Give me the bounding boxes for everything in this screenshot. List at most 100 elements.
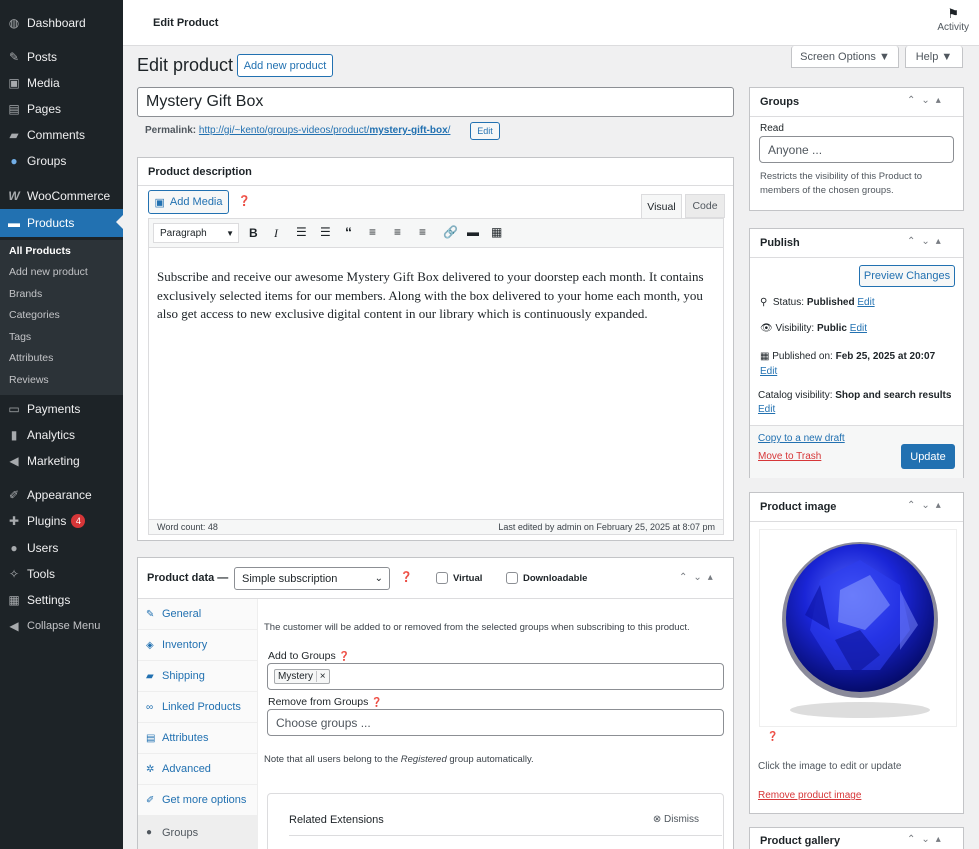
- activity-button[interactable]: ⚑ Activity: [937, 6, 969, 33]
- tab-attributes[interactable]: ▤ Attributes: [138, 723, 257, 754]
- align-right-icon[interactable]: ≡: [419, 225, 426, 239]
- help-icon: ❓: [371, 697, 383, 707]
- menu-dashboard[interactable]: ◍ Dashboard: [0, 10, 123, 36]
- publish-actions: Copy to a new draft Move to Trash Update: [750, 425, 963, 478]
- help-icon[interactable]: ❓: [767, 731, 778, 742]
- tab-shipping[interactable]: ▰ Shipping: [138, 661, 257, 692]
- submenu-reviews[interactable]: Reviews: [9, 374, 49, 386]
- add-media-button[interactable]: ▣ Add Media: [148, 190, 229, 214]
- preview-changes-button[interactable]: Preview Changes: [859, 265, 955, 287]
- catalog-visibility-row: Catalog visibility: Shop and search resu…: [758, 390, 952, 415]
- menu-tools[interactable]: ✧ Tools: [0, 561, 123, 587]
- menu-products[interactable]: ▬ Products: [0, 209, 123, 237]
- tab-advanced[interactable]: ✲ Advanced: [138, 754, 257, 785]
- submenu-tags[interactable]: Tags: [9, 331, 31, 343]
- menu-plugins[interactable]: ✚ Plugins 4: [0, 508, 123, 534]
- settings-icon: ▦: [8, 593, 20, 607]
- blockquote-icon[interactable]: “: [345, 224, 352, 240]
- add-to-groups-field[interactable]: Mystery ×: [267, 663, 724, 690]
- menu-groups[interactable]: ● Groups: [0, 148, 123, 174]
- status-row: ⚲ Status: Published Edit: [760, 297, 875, 308]
- virtual-checkbox[interactable]: [436, 572, 448, 584]
- copy-to-draft-link[interactable]: Copy to a new draft: [758, 433, 845, 444]
- submenu-all-products[interactable]: All Products: [9, 245, 71, 257]
- editor-content[interactable]: Subscribe and receive our awesome Myster…: [148, 248, 724, 520]
- wrench-icon: ✧: [8, 567, 20, 581]
- submenu-add-product[interactable]: Add new product: [9, 266, 88, 278]
- tab-general[interactable]: ✎ General: [138, 599, 257, 630]
- permalink-url[interactable]: http://gi/~kento/groups-videos/product/m…: [199, 125, 451, 136]
- menu-payments[interactable]: ▭ Payments: [0, 396, 123, 422]
- box-controls[interactable]: ⌃⌄▴: [907, 500, 947, 511]
- align-center-icon[interactable]: ≡: [394, 225, 401, 239]
- toolbar-toggle-icon[interactable]: ▦: [491, 225, 502, 239]
- read-more-icon[interactable]: ▬: [467, 225, 479, 239]
- image-hint: Click the image to edit or update: [758, 761, 902, 772]
- published-on-row: ▦ Published on: Feb 25, 2025 at 20:07 Edi…: [760, 351, 936, 377]
- wrench-icon: ✎: [146, 608, 155, 620]
- move-to-trash-link[interactable]: Move to Trash: [758, 451, 821, 462]
- help-button[interactable]: Help ▼: [905, 46, 963, 68]
- menu-woocommerce[interactable]: W WooCommerce: [0, 183, 123, 209]
- pin-icon: ✎: [8, 50, 20, 64]
- menu-users[interactable]: ● Users: [0, 535, 123, 561]
- bullet-list-icon[interactable]: ☰: [296, 225, 307, 239]
- tab-inventory[interactable]: ◈ Inventory: [138, 630, 257, 661]
- submenu-brands[interactable]: Brands: [9, 288, 42, 300]
- tab-code[interactable]: Code: [685, 194, 725, 218]
- menu-posts[interactable]: ✎ Posts: [0, 44, 123, 70]
- screen-options-button[interactable]: Screen Options ▼: [791, 46, 899, 68]
- help-icon[interactable]: ❓: [238, 196, 250, 207]
- plug-icon: ✐: [146, 794, 155, 806]
- tab-groups[interactable]: ● Groups: [138, 816, 257, 849]
- downloadable-checkbox[interactable]: [506, 572, 518, 584]
- tab-get-more-options[interactable]: ✐ Get more options: [138, 785, 257, 816]
- format-select[interactable]: Paragraph ▼: [153, 223, 239, 243]
- update-button[interactable]: Update: [901, 444, 955, 469]
- link-icon[interactable]: 🔗: [443, 225, 458, 239]
- edit-visibility-link[interactable]: Edit: [850, 323, 867, 334]
- box-controls[interactable]: ⌃⌄▴: [679, 572, 719, 583]
- menu-comments[interactable]: ▰ Comments: [0, 122, 123, 148]
- box-controls[interactable]: ⌃⌄▴: [907, 834, 947, 845]
- edit-catalog-link[interactable]: Edit: [758, 404, 775, 415]
- menu-marketing[interactable]: ◀ Marketing: [0, 448, 123, 474]
- submenu-attributes[interactable]: Attributes: [9, 352, 53, 364]
- read-groups-field[interactable]: Anyone ...: [759, 136, 954, 163]
- product-image[interactable]: [759, 529, 957, 727]
- product-title-input[interactable]: Mystery Gift Box: [137, 87, 734, 117]
- numbered-list-icon[interactable]: ☰: [320, 225, 331, 239]
- remove-from-groups-field[interactable]: Choose groups ...: [267, 709, 724, 736]
- bold-icon[interactable]: B: [249, 226, 258, 240]
- remove-image-link[interactable]: Remove product image: [758, 790, 861, 801]
- menu-media[interactable]: ▣ Media: [0, 70, 123, 96]
- product-data-box: Product data — Simple subscription ⌄ ❓ Vi…: [137, 557, 734, 849]
- edit-status-link[interactable]: Edit: [857, 297, 874, 308]
- dashboard-icon: ◍: [8, 16, 20, 30]
- box-controls[interactable]: ⌃⌄▴: [907, 95, 947, 106]
- edit-date-link[interactable]: Edit: [760, 366, 777, 377]
- tab-visual[interactable]: Visual: [641, 194, 682, 219]
- groups-box-description: Restricts the visibility of this Product…: [760, 171, 923, 196]
- add-new-product-button[interactable]: Add new product: [237, 54, 333, 77]
- box-controls[interactable]: ⌃⌄▴: [907, 236, 947, 247]
- list-icon: ▤: [146, 732, 156, 744]
- menu-analytics[interactable]: ▮ Analytics: [0, 422, 123, 448]
- menu-collapse[interactable]: ◀ Collapse Menu: [0, 613, 123, 639]
- tab-linked-products[interactable]: ∞ Linked Products: [138, 692, 257, 723]
- menu-pages[interactable]: ▤ Pages: [0, 96, 123, 122]
- menu-settings[interactable]: ▦ Settings: [0, 587, 123, 613]
- italic-icon[interactable]: I: [274, 226, 278, 241]
- dismiss-button[interactable]: ⊗ Dismiss: [653, 814, 699, 825]
- menu-appearance[interactable]: ✐ Appearance: [0, 482, 123, 508]
- chip-remove-icon[interactable]: ×: [315, 671, 326, 682]
- publish-title: Publish: [760, 237, 800, 249]
- product-type-select[interactable]: Simple subscription ⌄: [234, 567, 390, 590]
- topbar-title: Edit Product: [153, 17, 219, 29]
- align-left-icon[interactable]: ≡: [369, 225, 376, 239]
- product-gallery-title: Product gallery: [760, 835, 841, 847]
- help-icon[interactable]: ❓: [400, 572, 412, 583]
- permalink-edit-button[interactable]: Edit: [470, 122, 500, 140]
- submenu-categories[interactable]: Categories: [9, 309, 60, 321]
- groups-box-title: Groups: [760, 96, 800, 108]
